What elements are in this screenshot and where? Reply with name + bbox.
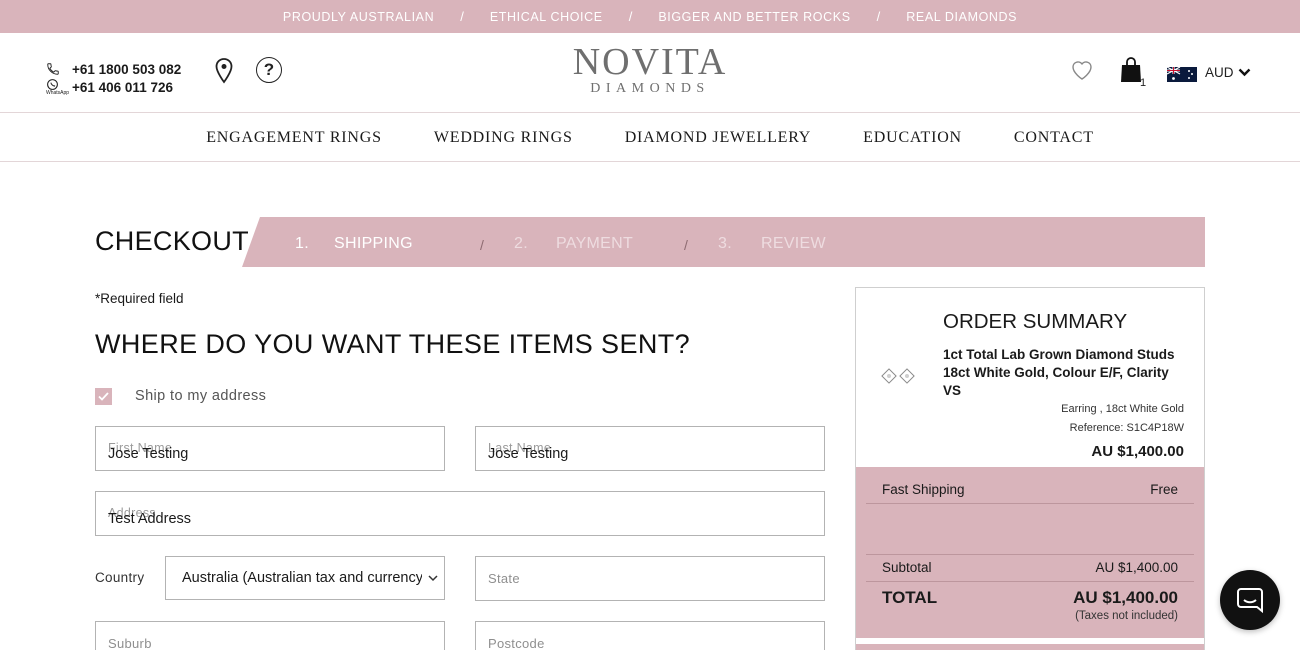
phone-icon — [46, 62, 72, 76]
logo-wordmark: NOVITA — [573, 43, 726, 81]
announcement-separator: / — [876, 9, 881, 24]
shopping-bag-icon[interactable] — [1120, 56, 1142, 84]
postcode-placeholder: Postcode — [488, 636, 545, 650]
announcement-item: PROUDLY AUSTRALIAN — [282, 9, 435, 24]
whatsapp-icon: WhatsApp — [46, 78, 72, 96]
checkout-steps: 1. SHIPPING / 2. PAYMENT / 3. REVIEW — [242, 217, 1205, 267]
product-type: Earring , 18ct White Gold — [1061, 403, 1184, 415]
step-shipping[interactable]: SHIPPING — [334, 235, 413, 253]
ship-to-my-address-label[interactable]: Ship to my address — [135, 388, 266, 404]
total-value: AU $1,400.00 — [1073, 588, 1178, 607]
first-name-field[interactable]: First Name Jose Testing — [95, 426, 445, 471]
chevron-down-icon — [422, 557, 444, 599]
shipping-section-title: WHERE DO YOU WANT THESE ITEMS SENT? — [95, 329, 691, 359]
shipping-value: Free — [1150, 482, 1178, 497]
announcement-separator: / — [628, 9, 633, 24]
novita-logo[interactable]: NOVITA DIAMONDS — [573, 43, 726, 99]
checkmark-icon — [98, 392, 109, 401]
shipping-label: Fast Shipping — [882, 482, 965, 497]
first-name-value: Jose Testing — [108, 446, 189, 462]
nav-item-education[interactable]: EDUCATION — [863, 129, 962, 147]
order-summary-title: ORDER SUMMARY — [943, 310, 1128, 333]
step-review[interactable]: REVIEW — [761, 235, 826, 253]
last-name-field[interactable]: Last Name Jose Testing — [475, 426, 825, 471]
state-placeholder: State — [488, 571, 520, 586]
subtotal-value: AU $1,400.00 — [1095, 560, 1178, 575]
announcement-bar: PROUDLY AUSTRALIAN / ETHICAL CHOICE / BI… — [0, 0, 1300, 33]
product-name: 1ct Total Lab Grown Diamond Studs 18ct W… — [943, 347, 1175, 398]
step-payment[interactable]: PAYMENT — [556, 235, 633, 253]
announcement-item: BIGGER AND BETTER ROCKS — [658, 9, 851, 24]
announcement-separator: / — [460, 9, 464, 24]
step-2-number: 2. — [514, 235, 528, 252]
step-3-number: 3. — [718, 235, 732, 252]
order-totals: Fast Shipping Free Subtotal AU $1,400.00… — [856, 467, 1204, 638]
summary-footer — [856, 644, 1204, 650]
whatsapp-link[interactable]: WhatsApp +61 406 011 726 — [46, 78, 181, 96]
chevron-down-icon — [1238, 65, 1251, 80]
site-header: +61 1800 503 082 WhatsApp +61 406 011 72… — [0, 33, 1300, 113]
whatsapp-number: +61 406 011 726 — [72, 79, 173, 95]
divider — [866, 503, 1194, 504]
address-value: Test Address — [108, 511, 192, 527]
logo-subtext: DIAMONDS — [590, 81, 710, 96]
product-price: AU $1,400.00 — [1091, 443, 1184, 460]
location-pin-icon[interactable] — [212, 57, 236, 85]
product-thumbnail — [880, 366, 920, 386]
main-nav: ENGAGEMENT RINGS WEDDING RINGS DIAMOND J… — [0, 114, 1300, 162]
currency-label: AUD — [1205, 65, 1234, 80]
step-1-number: 1. — [295, 235, 309, 252]
nav-item-wedding-rings[interactable]: WEDDING RINGS — [434, 129, 573, 147]
order-summary-panel: ORDER SUMMARY 1ct Total Lab Grown Diamon… — [855, 287, 1205, 650]
step-separator: / — [684, 237, 688, 253]
tax-note: (Taxes not included) — [1075, 610, 1178, 622]
subtotal-label: Subtotal — [882, 560, 932, 575]
country-label: Country — [95, 570, 145, 585]
divider — [866, 581, 1194, 582]
chat-launcher-button[interactable] — [1220, 570, 1280, 630]
cart-count: 1 — [1140, 77, 1147, 89]
state-field[interactable]: State — [475, 556, 825, 601]
suburb-placeholder: Suburb — [108, 636, 152, 650]
ship-to-my-address-checkbox[interactable] — [95, 388, 112, 405]
address-field[interactable]: Address Test Address — [95, 491, 825, 536]
australia-flag-icon[interactable] — [1166, 66, 1197, 82]
checkout-title: CHECKOUT — [95, 226, 249, 256]
whatsapp-caption: WhatsApp — [46, 90, 70, 96]
nav-item-contact[interactable]: CONTACT — [1014, 129, 1094, 147]
announcement-item: REAL DIAMONDS — [906, 9, 1018, 24]
suburb-field[interactable]: Suburb — [95, 621, 445, 650]
help-icon[interactable]: ? — [256, 57, 282, 83]
nav-item-diamond-jewellery[interactable]: DIAMOND JEWELLERY — [625, 129, 811, 147]
postcode-field[interactable]: Postcode — [475, 621, 825, 650]
phone-number: +61 1800 503 082 — [72, 61, 182, 77]
step-separator: / — [480, 237, 484, 253]
heart-icon[interactable] — [1070, 59, 1094, 81]
nav-item-engagement-rings[interactable]: ENGAGEMENT RINGS — [206, 129, 382, 147]
country-value: Australia (Australian tax and currency) — [182, 570, 428, 586]
country-select[interactable]: Australia (Australian tax and currency) — [165, 556, 445, 600]
last-name-value: Jose Testing — [488, 446, 569, 462]
product-reference: Reference: S1C4P18W — [1069, 422, 1184, 434]
currency-selector[interactable]: AUD — [1205, 65, 1251, 80]
announcement-item: ETHICAL CHOICE — [489, 9, 603, 24]
contact-block: +61 1800 503 082 WhatsApp +61 406 011 72… — [46, 60, 181, 96]
total-label: TOTAL — [882, 588, 938, 607]
divider — [866, 554, 1194, 555]
chat-icon — [1237, 588, 1263, 614]
required-field-note: *Required field — [95, 291, 184, 306]
logo-top-text: NOVITA — [572, 41, 728, 83]
phone-link[interactable]: +61 1800 503 082 — [46, 60, 181, 78]
